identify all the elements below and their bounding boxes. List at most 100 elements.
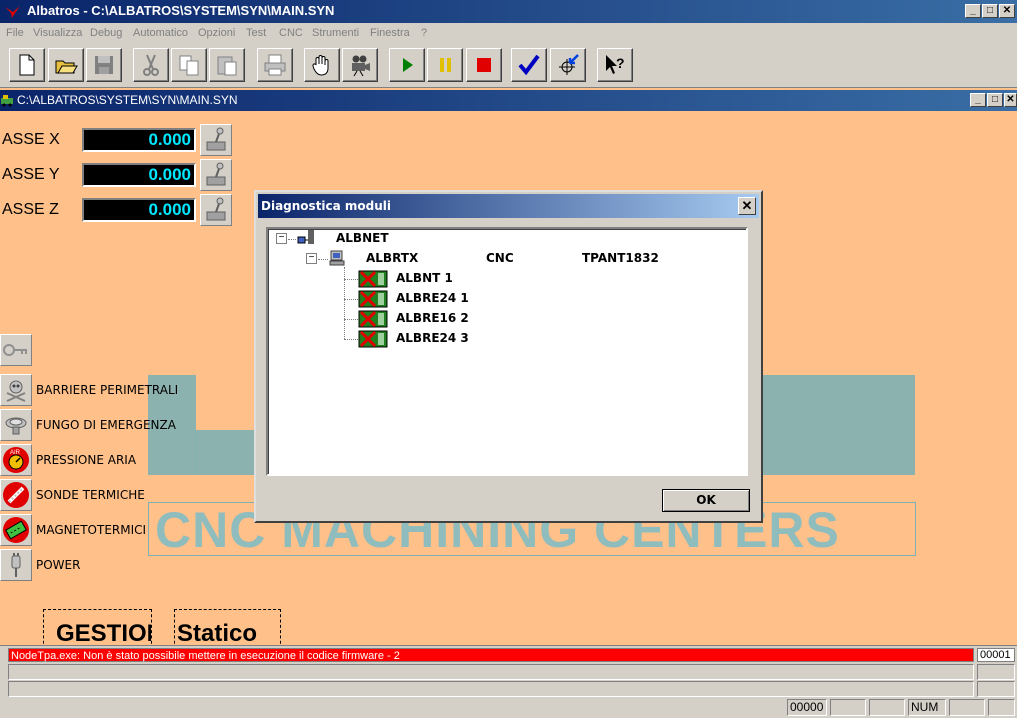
menu-opzioni[interactable]: Opzioni (198, 27, 235, 39)
menu-cnc[interactable]: CNC (279, 27, 303, 39)
status-label-barriers: BARRIERE PERIMETRALI (36, 383, 179, 397)
menu-finestra[interactable]: Finestra (370, 27, 410, 39)
stop-icon (477, 58, 491, 72)
dialog-close-button[interactable]: ✕ (738, 197, 756, 215)
menu-test[interactable]: Test (246, 27, 266, 39)
ok-button[interactable]: OK (662, 489, 750, 512)
module-error-icon (358, 330, 388, 348)
module-tree[interactable]: − ALBNET − ALBRTX CNC TPANT1832 ALBNT 1 … (266, 227, 748, 476)
paste-icon (217, 56, 237, 76)
tree-module-item[interactable]: ALBRE24 1 (396, 291, 469, 305)
axis-x-label: ASSE X (2, 131, 60, 148)
confirm-button[interactable] (511, 48, 547, 82)
play-icon (403, 58, 413, 72)
status-label-thermal: SONDE TERMICHE (36, 488, 145, 502)
axis-y-value: 0.000 (82, 163, 196, 187)
axis-z-label: ASSE Z (2, 201, 59, 218)
pause-icon (440, 58, 451, 72)
thermometer-icon (3, 482, 29, 508)
maximize-button[interactable]: □ (982, 4, 998, 18)
child-minimize-button[interactable]: _ (970, 93, 986, 107)
origin-button[interactable] (550, 48, 586, 82)
context-help-button[interactable]: ? (597, 48, 633, 82)
tree-module-item[interactable]: ALBRE16 2 (396, 311, 469, 325)
tree-node-type: CNC (486, 251, 514, 265)
emergency-indicator (0, 409, 32, 441)
camera-button[interactable] (342, 48, 378, 82)
message-row-count (977, 664, 1015, 680)
menu-help[interactable]: ? (421, 27, 427, 39)
check-icon (518, 54, 540, 76)
menu-file[interactable]: File (6, 27, 24, 39)
air-gauge-icon: AIR (3, 447, 29, 473)
axis-y-jog-button[interactable] (200, 159, 232, 191)
axis-y-label: ASSE Y (2, 166, 60, 183)
tree-collapse-toggle[interactable]: − (276, 233, 287, 244)
print-icon (264, 54, 286, 76)
status-pane (988, 699, 1015, 716)
tree-node-albrtx[interactable]: ALBRTX (366, 251, 418, 265)
joystick-icon (206, 197, 226, 221)
copy-icon (179, 55, 199, 76)
open-folder-icon (55, 60, 78, 74)
stop-button[interactable] (466, 48, 502, 82)
dialog-title: Diagnostica moduli (261, 199, 392, 213)
power-indicator (0, 549, 32, 581)
minimize-button[interactable]: _ (965, 4, 981, 18)
breaker-icon (3, 517, 29, 543)
logo-shape (195, 430, 255, 475)
power-plug-icon (11, 553, 21, 577)
tree-module-item[interactable]: ALBRE24 3 (396, 331, 469, 345)
target-icon (559, 54, 579, 75)
tree-node-root[interactable]: ALBNET (336, 231, 389, 245)
child-maximize-button[interactable]: □ (987, 93, 1003, 107)
menu-debug[interactable]: Debug (90, 27, 122, 39)
pause-button[interactable] (427, 48, 463, 82)
status-pane-main (4, 699, 784, 716)
new-file-icon (19, 54, 35, 76)
hand-icon (312, 55, 329, 76)
svg-text:?: ? (616, 55, 625, 71)
tree-line (344, 319, 358, 320)
save-button[interactable] (86, 48, 122, 82)
menu-strumenti[interactable]: Strumenti (312, 27, 359, 39)
status-bar: 00000 NUM (0, 697, 1017, 718)
paste-button[interactable] (209, 48, 245, 82)
print-button[interactable] (257, 48, 293, 82)
axis-x-jog-button[interactable] (200, 124, 232, 156)
axis-z-value: 0.000 (82, 198, 196, 222)
menu-visualizza[interactable]: Visualizza (33, 27, 82, 39)
status-label-power: POWER (36, 558, 81, 572)
key-button[interactable] (0, 334, 32, 366)
document-icon (1, 95, 13, 107)
cut-icon (143, 54, 159, 76)
cut-button[interactable] (133, 48, 169, 82)
copy-button[interactable] (171, 48, 207, 82)
open-button[interactable] (48, 48, 84, 82)
document-title-bar: C:\ALBATROS\SYSTEM\SYN\MAIN.SYN _ □ ✕ (0, 90, 1017, 111)
joystick-icon (206, 127, 226, 151)
tree-line (344, 279, 358, 280)
status-label-emergency: FUNGO DI EMERGENZA (36, 418, 176, 432)
manual-button[interactable] (304, 48, 340, 82)
air-pressure-indicator: AIR (0, 444, 32, 476)
key-icon (3, 344, 27, 356)
thermal-probes-indicator (0, 479, 32, 511)
app-title: Albatros - C:\ALBATROS\SYSTEM\SYN\MAIN.S… (27, 3, 335, 18)
module-error-icon (358, 270, 388, 288)
axis-z-jog-button[interactable] (200, 194, 232, 226)
statico-box[interactable]: Statico (174, 609, 281, 649)
tree-module-item[interactable]: ALBNT 1 (396, 271, 453, 285)
message-row (8, 681, 974, 697)
child-close-button[interactable]: ✕ (1004, 93, 1017, 107)
tree-collapse-toggle[interactable]: − (306, 253, 317, 264)
start-button[interactable] (389, 48, 425, 82)
close-button[interactable]: ✕ (999, 4, 1015, 18)
breakers-indicator (0, 514, 32, 546)
dialog-title-bar: Diagnostica moduli ✕ (258, 194, 759, 218)
gestione-box[interactable]: GESTIONE (43, 609, 152, 649)
new-button[interactable] (9, 48, 45, 82)
menu-automatico[interactable]: Automatico (133, 27, 188, 39)
network-icon (297, 230, 314, 244)
app-title-bar: Albatros - C:\ALBATROS\SYSTEM\SYN\MAIN.S… (0, 0, 1017, 23)
